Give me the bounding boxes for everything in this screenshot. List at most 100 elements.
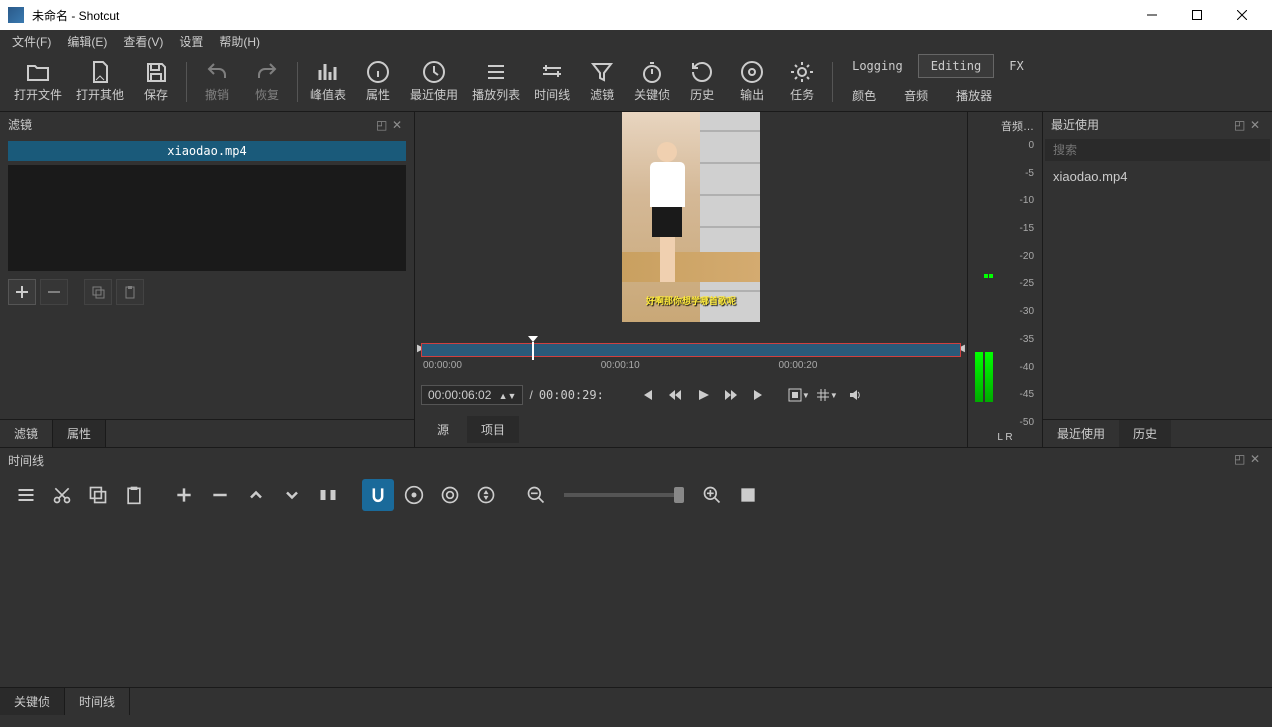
grid-button[interactable]: ▼ — [816, 384, 838, 406]
menu-view[interactable]: 查看(V) — [115, 31, 171, 52]
zoom-handle[interactable] — [674, 487, 684, 503]
volume-button[interactable] — [844, 384, 866, 406]
close-button[interactable] — [1219, 0, 1264, 30]
logging-button[interactable]: Logging — [839, 54, 916, 78]
search-input[interactable] — [1045, 139, 1270, 161]
time-separator: / — [529, 388, 532, 402]
tick-2: 00:00:20 — [778, 360, 817, 371]
zoom-slider[interactable] — [564, 493, 684, 497]
split-button[interactable] — [312, 479, 344, 511]
timeline-button[interactable]: 时间线 — [528, 56, 576, 107]
maximize-button[interactable] — [1174, 0, 1219, 30]
timeline-header: 时间线 ◰ ✕ — [0, 448, 1272, 473]
copy-button[interactable] — [82, 479, 114, 511]
remove-button[interactable] — [204, 479, 236, 511]
save-icon — [144, 60, 168, 84]
filters-header: 滤镜 ◰ ✕ — [0, 112, 414, 137]
scrub-button[interactable] — [398, 479, 430, 511]
clip-name-label: xiaodao.mp4 — [8, 141, 406, 161]
filters-button[interactable]: 滤镜 — [578, 56, 626, 107]
tab-timeline[interactable]: 时间线 — [65, 688, 130, 715]
app-icon — [8, 7, 24, 23]
playlist-button[interactable]: 播放列表 — [466, 56, 526, 107]
rewind-button[interactable] — [664, 384, 686, 406]
menu-file[interactable]: 文件(F) — [4, 31, 59, 52]
snap-button[interactable] — [362, 479, 394, 511]
timeline-toolbar — [0, 473, 1272, 517]
peak-meter-button[interactable]: 峰值表 — [304, 56, 352, 107]
undo-button[interactable]: 撤销 — [193, 56, 241, 107]
folder-icon — [26, 60, 50, 84]
export-button[interactable]: 输出 — [728, 56, 776, 107]
keyframes-button[interactable]: 关键侦 — [628, 56, 676, 107]
document-icon — [88, 60, 112, 84]
redo-icon — [255, 60, 279, 84]
minimize-button[interactable] — [1129, 0, 1174, 30]
play-button[interactable] — [692, 384, 714, 406]
recent-item[interactable]: xiaodao.mp4 — [1043, 163, 1272, 190]
lift-button[interactable] — [240, 479, 272, 511]
fx-button[interactable]: FX — [996, 54, 1036, 78]
popout-icon[interactable]: ◰ — [1234, 452, 1248, 466]
tab-source[interactable]: 源 — [423, 416, 463, 443]
player-tabs: 源 项目 — [415, 412, 967, 447]
tab-filters[interactable]: 滤镜 — [0, 420, 53, 447]
menu-button[interactable] — [10, 479, 42, 511]
current-time-input[interactable]: 00:00:06:02 ▲▼ — [421, 385, 523, 405]
player-tab-button[interactable]: 播放器 — [943, 82, 1005, 109]
menu-settings[interactable]: 设置 — [171, 31, 211, 52]
paste-button[interactable] — [118, 479, 150, 511]
ripple-button[interactable] — [434, 479, 466, 511]
overwrite-button[interactable] — [276, 479, 308, 511]
editing-button[interactable]: Editing — [918, 54, 995, 78]
add-filter-button[interactable] — [8, 279, 36, 305]
menu-edit[interactable]: 编辑(E) — [59, 31, 115, 52]
disc-icon — [740, 60, 764, 84]
scrubber[interactable]: ▶ ◀ 00:00:00 00:00:10 00:00:20 — [421, 343, 961, 378]
append-button[interactable] — [168, 479, 200, 511]
filter-actions — [0, 271, 414, 313]
remove-filter-button[interactable] — [40, 279, 68, 305]
close-panel-icon[interactable]: ✕ — [392, 118, 406, 132]
tab-properties[interactable]: 属性 — [53, 420, 106, 447]
open-file-button[interactable]: 打开文件 — [8, 56, 68, 107]
jobs-button[interactable]: 任务 — [778, 56, 826, 107]
menu-help[interactable]: 帮助(H) — [211, 31, 268, 52]
skip-start-button[interactable] — [636, 384, 658, 406]
tab-project[interactable]: 项目 — [467, 416, 519, 443]
copy-filter-button[interactable] — [84, 279, 112, 305]
redo-button[interactable]: 恢复 — [243, 56, 291, 107]
main-toolbar: 打开文件 打开其他 保存 撤销 恢复 峰值表 属性 最近使用 播放列表 时间线 … — [0, 52, 1272, 112]
filter-list[interactable] — [8, 165, 406, 271]
zoom-out-button[interactable] — [520, 479, 552, 511]
timeline-tracks[interactable] — [0, 517, 1272, 687]
close-panel-icon[interactable]: ✕ — [1250, 118, 1264, 132]
paste-filter-button[interactable] — [116, 279, 144, 305]
history-button[interactable]: 历史 — [678, 56, 726, 107]
tab-history[interactable]: 历史 — [1119, 420, 1171, 447]
audio-button[interactable]: 音频 — [891, 82, 941, 109]
zoom-fit-button[interactable] — [732, 479, 764, 511]
open-other-button[interactable]: 打开其他 — [70, 56, 130, 107]
close-panel-icon[interactable]: ✕ — [1250, 452, 1264, 466]
cut-button[interactable] — [46, 479, 78, 511]
ripple-all-button[interactable] — [470, 479, 502, 511]
properties-button[interactable]: 属性 — [354, 56, 402, 107]
filter-tabs: 滤镜 属性 — [0, 419, 414, 447]
color-button[interactable]: 颜色 — [839, 82, 889, 109]
tab-keyframes[interactable]: 关键侦 — [0, 688, 65, 715]
popout-icon[interactable]: ◰ — [1234, 118, 1248, 132]
zoom-fit-button[interactable]: ▼ — [788, 384, 810, 406]
fast-forward-button[interactable] — [720, 384, 742, 406]
playhead[interactable] — [532, 342, 534, 360]
popout-icon[interactable]: ◰ — [376, 118, 390, 132]
tab-recent[interactable]: 最近使用 — [1043, 420, 1119, 447]
save-button[interactable]: 保存 — [132, 56, 180, 107]
zoom-in-button[interactable] — [696, 479, 728, 511]
player-panel: 好啊那你想学哪首歌呢 ▶ ◀ 00:00:00 00:00:10 00:00:2… — [415, 112, 967, 447]
timeline-tabs: 关键侦 时间线 — [0, 687, 1272, 715]
recent-panel: 最近使用 ◰ ✕ xiaodao.mp4 最近使用 历史 — [1042, 112, 1272, 447]
recent-button[interactable]: 最近使用 — [404, 56, 464, 107]
skip-end-button[interactable] — [748, 384, 770, 406]
video-preview-area[interactable]: 好啊那你想学哪首歌呢 — [415, 112, 967, 339]
